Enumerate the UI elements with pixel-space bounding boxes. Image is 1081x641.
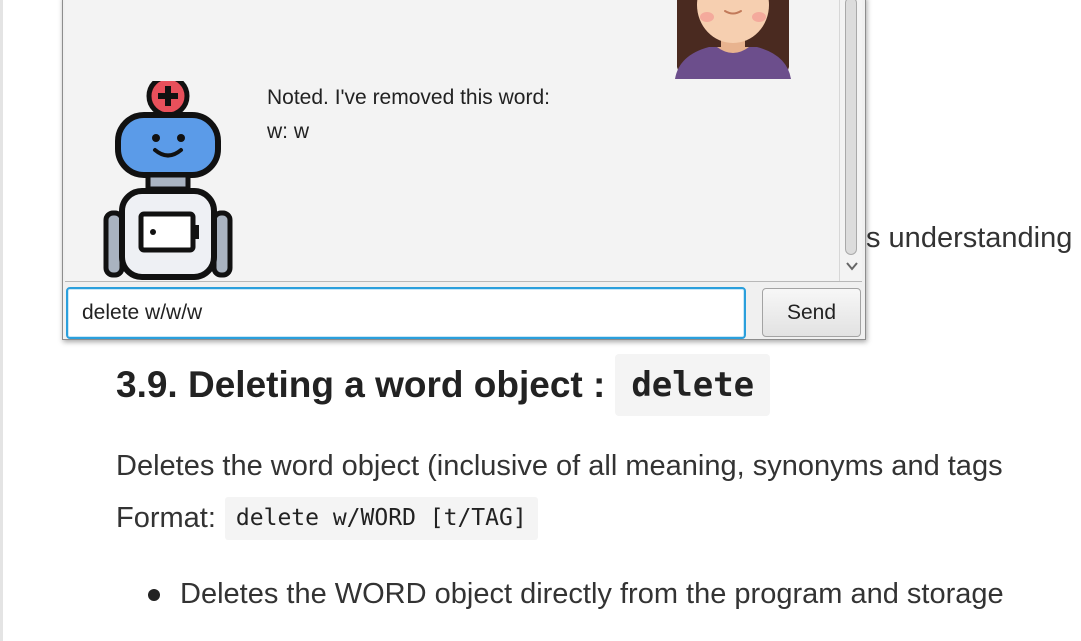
bot-message-line: Noted. I've removed this word: [267,86,550,109]
robot-avatar-icon [103,81,233,280]
bot-message-line: w: w [267,120,309,143]
chat-divider [65,281,862,282]
bot-message-bubble: Noted. I've removed this word: w: w [267,81,550,149]
format-line: Format: delete w/WORD [t/TAG] [116,497,538,540]
document-partial-text: s understanding [866,222,1073,254]
description-paragraph: Deletes the word object (inclusive of al… [116,450,1003,482]
bullet-icon [148,588,160,601]
section-number: 3.9. [116,364,178,405]
list-item: Deletes the WORD object directly from th… [148,578,1004,611]
scrollbar-thumb[interactable] [845,0,857,255]
chat-scroll-area[interactable]: Noted. I've removed this word: w: w [65,0,839,282]
section-title: Deleting a word object : [188,364,606,405]
format-code: delete w/WORD [t/TAG] [224,497,538,540]
list-item-text: Deletes the WORD object directly from th… [180,578,1004,610]
send-button[interactable]: Send [762,288,861,337]
message-input[interactable] [66,287,746,339]
section-heading-text: 3.9. Deleting a word object : [116,364,605,406]
scroll-down-arrow-icon[interactable] [844,259,860,273]
format-label: Format: [116,502,216,534]
chat-app-window: Noted. I've removed this word: w: w dele… [62,0,866,340]
chat-scrollbar[interactable] [839,0,862,281]
section-heading: 3.9. Deleting a word object : delete [116,354,771,416]
document-left-border [0,0,3,641]
user-avatar-icon [675,0,791,79]
section-command-code: delete [615,354,771,416]
